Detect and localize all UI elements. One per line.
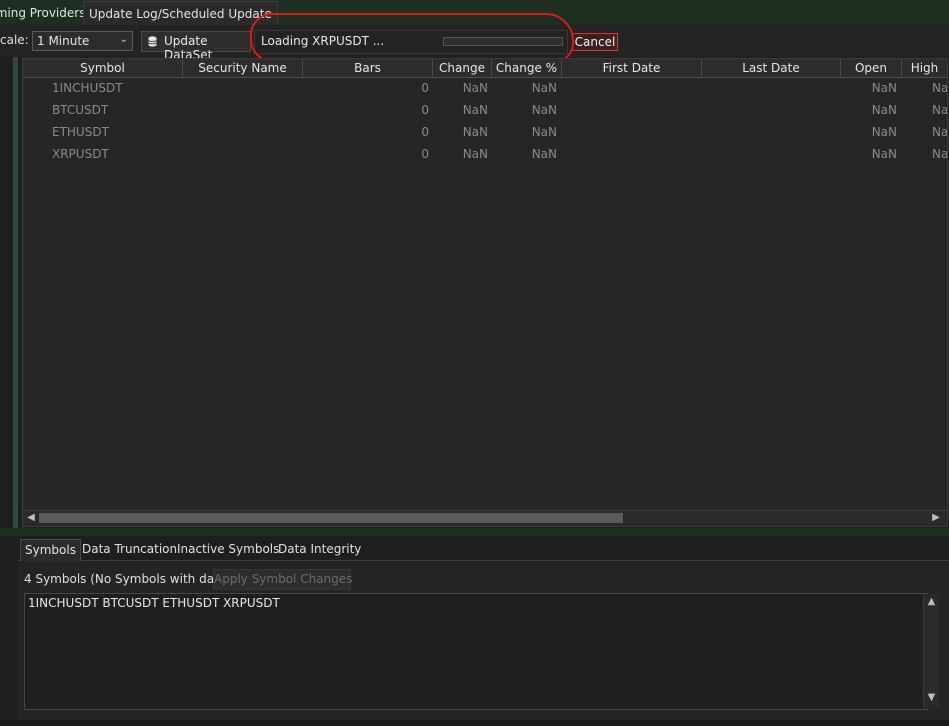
panel-splitter[interactable] (0, 528, 949, 536)
table-row[interactable]: BTCUSDT 0 NaN NaN NaN Na (23, 99, 947, 121)
loading-progress-bar (443, 37, 563, 46)
cell-open: NaN (871, 125, 897, 139)
left-accent-bar (13, 57, 18, 530)
loading-status-panel: Loading XRPUSDT ... (254, 30, 568, 54)
cell-change-pct: NaN (531, 103, 557, 117)
loading-status-text: Loading XRPUSDT ... (261, 34, 385, 48)
database-icon (148, 36, 157, 47)
column-header-open[interactable]: Open (841, 59, 902, 77)
tab-streaming-providers[interactable]: rming Providers (0, 1, 90, 25)
table-row[interactable]: ETHUSDT 0 NaN NaN NaN Na (23, 121, 947, 143)
cell-bars: 0 (421, 125, 429, 139)
cell-change: NaN (462, 125, 488, 139)
tab-data-integrity[interactable]: Data Integrity (274, 539, 365, 560)
cell-open: NaN (871, 103, 897, 117)
arrow-left-icon[interactable]: ◀ (25, 512, 37, 524)
column-header-change[interactable]: Change (433, 59, 492, 77)
cell-change-pct: NaN (531, 81, 557, 95)
scale-label: cale: (0, 33, 29, 47)
arrow-up-icon[interactable]: ▲ (925, 596, 938, 607)
cell-bars: 0 (421, 81, 429, 95)
top-tab-strip: rming Providers Update Log/Scheduled Upd… (0, 0, 949, 25)
toolbar: cale: 1 Minute ⌄ Update DataSet Loading … (0, 25, 949, 62)
grid-horizontal-scrollbar[interactable]: ◀ ▶ (22, 510, 948, 527)
arrow-right-icon[interactable]: ▶ (930, 512, 942, 524)
cell-bars: 0 (421, 103, 429, 117)
cell-change-pct: NaN (531, 125, 557, 139)
status-bar (0, 720, 949, 726)
symbols-grid: Symbol Security Name Bars Change Change … (22, 58, 948, 512)
cell-high: Na (932, 125, 948, 139)
cell-change: NaN (462, 147, 488, 161)
column-header-symbol[interactable]: Symbol (23, 59, 183, 77)
cell-open: NaN (871, 147, 897, 161)
cell-symbol: ETHUSDT (52, 125, 109, 139)
table-row[interactable]: XRPUSDT 0 NaN NaN NaN Na (23, 143, 947, 165)
chevron-down-icon: ⌄ (119, 34, 128, 45)
column-header-high[interactable]: High (902, 59, 947, 77)
cell-symbol: BTCUSDT (52, 103, 109, 117)
symbols-textarea-value: 1INCHUSDT BTCUSDT ETHUSDT XRPUSDT (28, 596, 280, 610)
scale-select-value: 1 Minute (37, 34, 90, 48)
table-row[interactable]: 1INCHUSDT 0 NaN NaN NaN Na (23, 77, 947, 99)
cell-high: Na (932, 147, 948, 161)
tab-update-log[interactable]: Update Log/Scheduled Update (83, 1, 278, 25)
update-dataset-button[interactable]: Update DataSet (141, 31, 251, 62)
column-header-bars[interactable]: Bars (303, 59, 433, 77)
cell-change-pct: NaN (531, 147, 557, 161)
grid-header: Symbol Security Name Bars Change Change … (23, 59, 947, 78)
symbols-vertical-scrollbar[interactable]: ▲ ▼ (923, 594, 939, 708)
symbols-textarea[interactable]: 1INCHUSDT BTCUSDT ETHUSDT XRPUSDT (24, 593, 928, 710)
cell-symbol: XRPUSDT (52, 147, 109, 161)
scrollbar-thumb[interactable] (39, 513, 623, 523)
cell-change: NaN (462, 103, 488, 117)
column-header-first-date[interactable]: First Date (562, 59, 702, 77)
tab-symbols[interactable]: Symbols (20, 539, 81, 561)
bottom-tab-strip: Symbols Data Truncation Inactive Symbols… (18, 536, 949, 561)
bottom-panel: Symbols Data Truncation Inactive Symbols… (18, 536, 949, 720)
scale-select[interactable]: 1 Minute ⌄ (32, 31, 133, 51)
apply-symbol-changes-button[interactable]: Apply Symbol Changes (213, 569, 352, 590)
symbol-count-label: 4 Symbols (No Symbols with data) (24, 572, 231, 586)
tab-inactive-symbols[interactable]: Inactive Symbols (173, 539, 283, 560)
cell-bars: 0 (421, 147, 429, 161)
cell-change: NaN (462, 81, 488, 95)
cell-open: NaN (871, 81, 897, 95)
cell-high: Na (932, 103, 948, 117)
tab-data-truncation[interactable]: Data Truncation (78, 539, 181, 560)
cell-symbol: 1INCHUSDT (52, 81, 123, 95)
cell-high: Na (932, 81, 948, 95)
column-header-change-pct[interactable]: Change % (492, 59, 562, 77)
column-header-last-date[interactable]: Last Date (702, 59, 841, 77)
cancel-button[interactable]: Cancel (572, 33, 618, 51)
arrow-down-icon[interactable]: ▼ (925, 692, 938, 703)
column-header-security-name[interactable]: Security Name (183, 59, 303, 77)
